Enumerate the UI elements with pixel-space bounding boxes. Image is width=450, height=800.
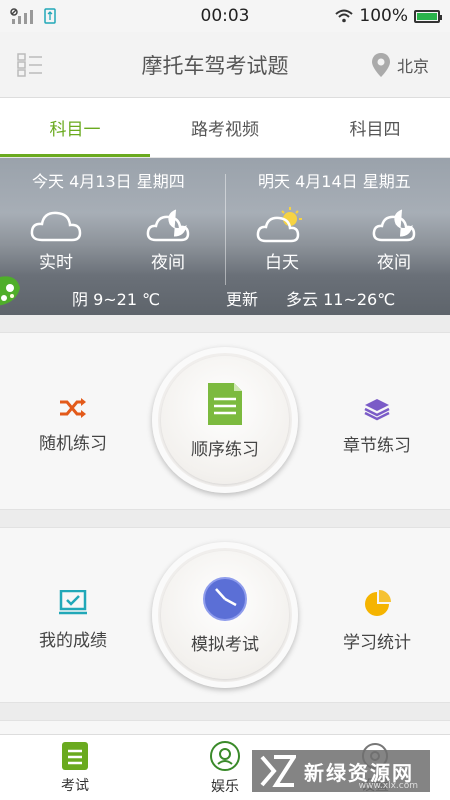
cloudy-night-icon <box>146 209 190 242</box>
monitor-check-icon <box>59 590 87 615</box>
signal-icon <box>10 8 33 24</box>
exam-panel: 我的成绩 模拟考试 学习统计 <box>0 527 450 703</box>
battery-percent: 100% <box>359 6 408 26</box>
sequential-practice-label: 顺序练习 <box>191 439 259 460</box>
my-scores-label: 我的成绩 <box>39 631 107 651</box>
clock-time: 00:03 <box>200 6 250 26</box>
location-label: 北京 <box>396 56 429 76</box>
watermark: 新绿资源网 www.xlx.com <box>252 750 430 792</box>
location-selector[interactable]: 北京 <box>350 52 450 78</box>
watermark-logo-icon <box>260 755 296 787</box>
exam-doc-icon <box>62 741 88 770</box>
weather-tomorrow-summary: 多云 11~26℃ <box>286 290 396 309</box>
app-header: 摩托车驾考试题 北京 <box>0 32 450 98</box>
subject-tabs: 科目一 路考视频 科目四 <box>0 98 450 158</box>
random-practice-label: 随机练习 <box>39 434 107 454</box>
weather-realtime-label: 实时 <box>39 253 73 273</box>
layers-icon <box>364 399 390 421</box>
my-scores-button[interactable]: 我的成绩 <box>8 590 138 651</box>
clock-icon <box>203 576 247 621</box>
weather-tomorrow-night-label: 夜间 <box>377 253 411 273</box>
weather-today-summary: 阴 9~21 ℃ <box>72 290 161 309</box>
mock-exam-button[interactable]: 模拟考试 <box>152 542 298 688</box>
weather-today-date: 今天 4月13日 星期四 <box>32 172 185 191</box>
weather-tomorrow-date: 明天 4月14日 星期五 <box>258 172 411 191</box>
tab-road-test-video[interactable]: 路考视频 <box>150 98 300 157</box>
study-stats-button[interactable]: 学习统计 <box>312 590 442 653</box>
shuffle-icon <box>60 398 86 418</box>
chapter-practice-button[interactable]: 章节练习 <box>312 397 442 456</box>
cloudy-night-icon <box>372 209 416 242</box>
status-bar: 00:03 100% <box>0 0 450 32</box>
nav-exam-label: 考试 <box>61 777 89 794</box>
study-stats-label: 学习统计 <box>343 633 411 653</box>
watermark-url: www.xlx.com <box>358 781 418 791</box>
location-pin-icon <box>371 52 390 77</box>
menu-icon <box>17 52 42 77</box>
entertainment-icon <box>210 740 240 771</box>
usb-icon <box>44 8 56 24</box>
nav-exam[interactable]: 考试 <box>0 735 150 800</box>
practice-panel: 随机练习 顺序练习 章节练习 <box>0 332 450 510</box>
menu-button[interactable] <box>0 32 60 98</box>
tab-subject-four[interactable]: 科目四 <box>300 98 450 157</box>
weather-today-night-label: 夜间 <box>151 253 185 273</box>
pie-chart-icon <box>365 590 391 616</box>
mock-exam-label: 模拟考试 <box>191 634 259 655</box>
leaf-decoration-icon <box>0 276 20 306</box>
next-panel-edge <box>0 720 450 734</box>
nav-entertainment-label: 娱乐 <box>211 778 239 795</box>
weather-banner[interactable]: 今天 4月13日 星期四 明天 4月14日 星期五 实时 夜间 白天 夜间 阴 … <box>0 158 450 315</box>
random-practice-button[interactable]: 随机练习 <box>8 397 138 454</box>
tab-subject-one[interactable]: 科目一 <box>0 98 150 157</box>
weather-divider <box>225 174 226 285</box>
weather-tomorrow-day-label: 白天 <box>265 253 299 273</box>
sequential-practice-button[interactable]: 顺序练习 <box>152 347 298 493</box>
weather-update-button[interactable]: 更新 <box>226 286 258 310</box>
chapter-practice-label: 章节练习 <box>343 436 411 456</box>
partly-sunny-icon <box>256 207 302 243</box>
page-title: 摩托车驾考试题 <box>141 53 289 78</box>
wifi-icon <box>335 9 354 23</box>
document-icon <box>208 382 242 425</box>
battery-icon <box>414 9 442 23</box>
cloudy-icon <box>30 211 82 242</box>
battery-level <box>417 12 437 20</box>
